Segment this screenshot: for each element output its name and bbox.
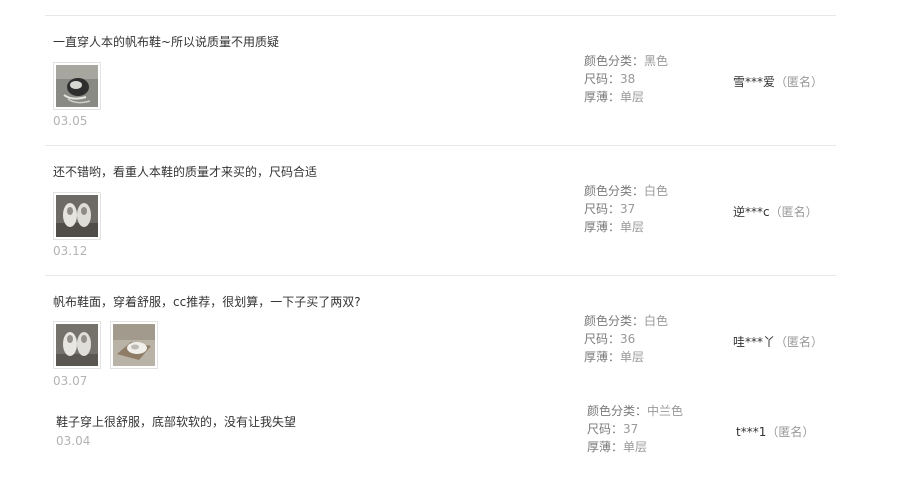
- review-date: 03.05: [53, 114, 88, 128]
- review-photo-thumbnail[interactable]: [110, 321, 158, 369]
- review-date: 03.12: [53, 244, 88, 258]
- reviewer-name: 雪***爱（匿名）: [733, 75, 824, 89]
- sku-color: 颜色分类：白色: [584, 314, 669, 328]
- review-photo-thumbnail[interactable]: [53, 62, 101, 110]
- shoe-photo-black-icon: [56, 65, 98, 107]
- sku-info: 颜色分类：白色 尺码：37 厚薄：单层: [584, 182, 668, 236]
- review-date: 03.07: [53, 374, 88, 388]
- review-photo-thumbnail[interactable]: [53, 321, 101, 369]
- review-list: 一直穿人本的帆布鞋~所以说质量不用质疑 03.05 颜色分类：黑色 尺码：38 …: [0, 0, 898, 487]
- review-photo-thumbnail[interactable]: [53, 192, 101, 240]
- reviewer-name: 哇***丫（匿名）: [733, 335, 824, 349]
- shoe-photo-white-icon: [56, 324, 98, 366]
- anonymous-tag: （匿名）: [775, 335, 824, 349]
- sku-color: 颜色分类：白色: [584, 184, 669, 198]
- sku-size: 尺码：36: [584, 332, 636, 346]
- review-photos: [53, 321, 158, 369]
- review-photos: [53, 192, 101, 240]
- sku-color: 颜色分类：黑色: [584, 54, 669, 68]
- sku-size: 尺码：38: [584, 72, 636, 86]
- anonymous-tag: （匿名）: [775, 75, 824, 89]
- sku-info: 颜色分类：白色 尺码：36 厚薄：单层: [584, 312, 668, 366]
- sku-info: 颜色分类：中兰色 尺码：37 厚薄：单层: [587, 402, 683, 456]
- reviewer-name: t***1（匿名）: [736, 425, 815, 439]
- reviewer-name: 逆***c（匿名）: [733, 205, 818, 219]
- divider: [45, 275, 836, 276]
- anonymous-tag: （匿名）: [766, 425, 815, 439]
- shoe-photo-white-icon: [56, 195, 98, 237]
- sku-color: 颜色分类：中兰色: [587, 404, 684, 418]
- anonymous-tag: （匿名）: [769, 205, 818, 219]
- sku-thickness: 厚薄：单层: [584, 90, 645, 104]
- sku-thickness: 厚薄：单层: [587, 440, 648, 454]
- divider: [45, 145, 836, 146]
- sku-thickness: 厚薄：单层: [584, 220, 645, 234]
- review-content: 还不错哟，看重人本鞋的质量才来买的，尺码合适: [53, 165, 318, 179]
- sku-thickness: 厚薄：单层: [584, 350, 645, 364]
- sku-size: 尺码：37: [587, 422, 639, 436]
- review-photos: [53, 62, 101, 110]
- review-content: 鞋子穿上很舒服，底部软软的，没有让我失望: [56, 415, 297, 429]
- sku-info: 颜色分类：黑色 尺码：38 厚薄：单层: [584, 52, 668, 106]
- divider: [45, 15, 836, 16]
- sku-size: 尺码：37: [584, 202, 636, 216]
- shoe-box-photo-icon: [113, 324, 155, 366]
- review-content: 一直穿人本的帆布鞋~所以说质量不用质疑: [53, 35, 280, 49]
- review-content: 帆布鞋面，穿着舒服，cc推荐，很划算，一下子买了两双?: [53, 295, 361, 309]
- review-date: 03.04: [56, 434, 91, 448]
